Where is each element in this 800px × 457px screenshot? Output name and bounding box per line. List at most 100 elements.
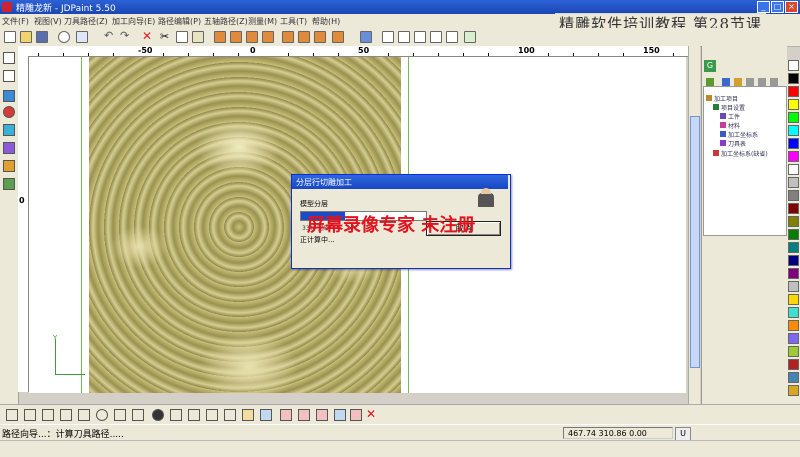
view-box-icon-3[interactable] xyxy=(246,31,258,43)
menu-tools[interactable]: 工具(T) xyxy=(280,16,307,27)
color-swatch[interactable] xyxy=(788,151,799,162)
maximize-button[interactable]: □ xyxy=(771,1,784,13)
view-box-icon-5[interactable] xyxy=(282,31,294,43)
delete-node-icon[interactable]: ✕ xyxy=(366,408,378,421)
tree-item[interactable]: 加工坐标系(缺省) xyxy=(721,149,768,158)
color-swatch[interactable] xyxy=(788,60,799,71)
shape-tool-icon[interactable] xyxy=(3,124,15,136)
surface-tool-icon[interactable] xyxy=(3,160,15,172)
line-tool-icon[interactable] xyxy=(6,409,18,421)
view-box-icon-4[interactable] xyxy=(262,31,274,43)
select-box-icon[interactable] xyxy=(76,31,88,43)
tree-item[interactable]: 项目设置 xyxy=(721,103,745,112)
fill-tool-icon[interactable] xyxy=(242,409,254,421)
color-swatch[interactable] xyxy=(788,242,799,253)
menu-toolpath[interactable]: 刀具路径(Z) xyxy=(64,16,108,27)
point-tool-icon[interactable] xyxy=(96,409,108,421)
color-swatch[interactable] xyxy=(788,112,799,123)
save-icon[interactable] xyxy=(36,31,48,43)
minimize-button[interactable]: _ xyxy=(757,1,770,13)
arc-tool-icon[interactable] xyxy=(24,409,36,421)
panel-tool-icon[interactable] xyxy=(746,78,754,86)
tree-item[interactable]: 加工坐标系 xyxy=(728,130,758,139)
view-box-icon-2[interactable] xyxy=(230,31,242,43)
corner-tool-icon[interactable] xyxy=(42,409,54,421)
angle-tool-icon[interactable] xyxy=(170,409,182,421)
copy-icon[interactable] xyxy=(176,31,188,43)
view-box-icon-6[interactable] xyxy=(298,31,310,43)
color-swatch[interactable] xyxy=(788,346,799,357)
polyline-tool-icon[interactable] xyxy=(3,70,15,82)
color-swatch[interactable] xyxy=(788,99,799,110)
undo-icon[interactable]: ↶ xyxy=(104,30,116,43)
panel-tool-icon[interactable] xyxy=(706,78,714,86)
close-button[interactable]: × xyxy=(785,1,798,13)
diamond-tool-icon-1[interactable] xyxy=(188,409,200,421)
color-swatch[interactable] xyxy=(788,320,799,331)
view-box-icon-1[interactable] xyxy=(214,31,226,43)
color-swatch[interactable] xyxy=(788,177,799,188)
color-swatch[interactable] xyxy=(788,268,799,279)
transform-tool-icon[interactable] xyxy=(3,142,15,154)
color-swatch[interactable] xyxy=(788,372,799,383)
zoom-all-icon[interactable] xyxy=(430,31,442,43)
tree-item[interactable]: 加工项目 xyxy=(714,94,738,103)
menu-wizard[interactable]: 加工向导(E) xyxy=(112,16,155,27)
color-swatch[interactable] xyxy=(788,73,799,84)
tree-item[interactable]: 刀具表 xyxy=(728,139,746,148)
menu-five-axis[interactable]: 五轴路径(Z) xyxy=(204,16,248,27)
layer-tool-icon[interactable] xyxy=(3,90,15,102)
panel-tool-icon[interactable] xyxy=(722,78,730,86)
tree-item[interactable]: 材料 xyxy=(728,121,740,130)
diamond-tool-icon-2[interactable] xyxy=(206,409,218,421)
panel-tool-icon[interactable] xyxy=(758,78,766,86)
node-tool-icon-4[interactable] xyxy=(334,409,346,421)
render-icon[interactable] xyxy=(360,31,372,43)
node-tool-icon-1[interactable] xyxy=(280,409,292,421)
zoom-window-icon[interactable] xyxy=(398,31,410,43)
color-swatch[interactable] xyxy=(788,216,799,227)
node-tool-icon-5[interactable] xyxy=(350,409,362,421)
node-tool-icon-2[interactable] xyxy=(298,409,310,421)
color-swatch[interactable] xyxy=(788,359,799,370)
color-swatch[interactable] xyxy=(788,294,799,305)
vertical-scrollbar[interactable] xyxy=(688,46,700,404)
open-folder-icon[interactable] xyxy=(20,31,32,43)
menu-measure[interactable]: 测量(M) xyxy=(248,16,277,27)
cut-icon[interactable]: ✂ xyxy=(160,31,172,43)
menu-path-edit[interactable]: 路径编辑(P) xyxy=(158,16,201,27)
pan-icon[interactable] xyxy=(446,31,458,43)
menu-view[interactable]: 视图(V) xyxy=(34,16,62,27)
panel-tool-icon[interactable] xyxy=(734,78,742,86)
panel-tool-icon[interactable] xyxy=(770,78,778,86)
color-swatch[interactable] xyxy=(788,385,799,396)
color-swatch[interactable] xyxy=(788,138,799,149)
relief-tool-icon[interactable] xyxy=(3,178,15,190)
color-swatch[interactable] xyxy=(788,307,799,318)
path-wizard-icon[interactable] xyxy=(464,31,476,43)
color-swatch[interactable] xyxy=(788,125,799,136)
panel-tab[interactable]: G xyxy=(704,60,716,72)
diamond-tool-icon-3[interactable] xyxy=(224,409,236,421)
tree-item[interactable]: 工件 xyxy=(728,112,740,121)
cross-tool-icon[interactable] xyxy=(60,409,72,421)
crosshair-icon[interactable] xyxy=(58,31,70,43)
rectangle-tool-icon[interactable] xyxy=(3,52,15,64)
color-swatch[interactable] xyxy=(788,86,799,97)
tangent-tool-icon[interactable] xyxy=(132,409,144,421)
color-swatch[interactable] xyxy=(788,190,799,201)
node-tool-icon-3[interactable] xyxy=(316,409,328,421)
view-box-icon-8[interactable] xyxy=(332,31,344,43)
view-box-icon-7[interactable] xyxy=(314,31,326,43)
new-file-icon[interactable] xyxy=(4,31,16,43)
color-swatch[interactable] xyxy=(788,281,799,292)
perpendicular-tool-icon[interactable] xyxy=(114,409,126,421)
color-swatch[interactable] xyxy=(788,255,799,266)
color-swatch[interactable] xyxy=(788,164,799,175)
paste-icon[interactable] xyxy=(192,31,204,43)
scrollbar-thumb[interactable] xyxy=(690,116,700,368)
color-swatch[interactable] xyxy=(788,333,799,344)
center-point-icon[interactable] xyxy=(152,409,164,421)
zoom-icon[interactable] xyxy=(414,31,426,43)
frame-icon[interactable] xyxy=(382,31,394,43)
